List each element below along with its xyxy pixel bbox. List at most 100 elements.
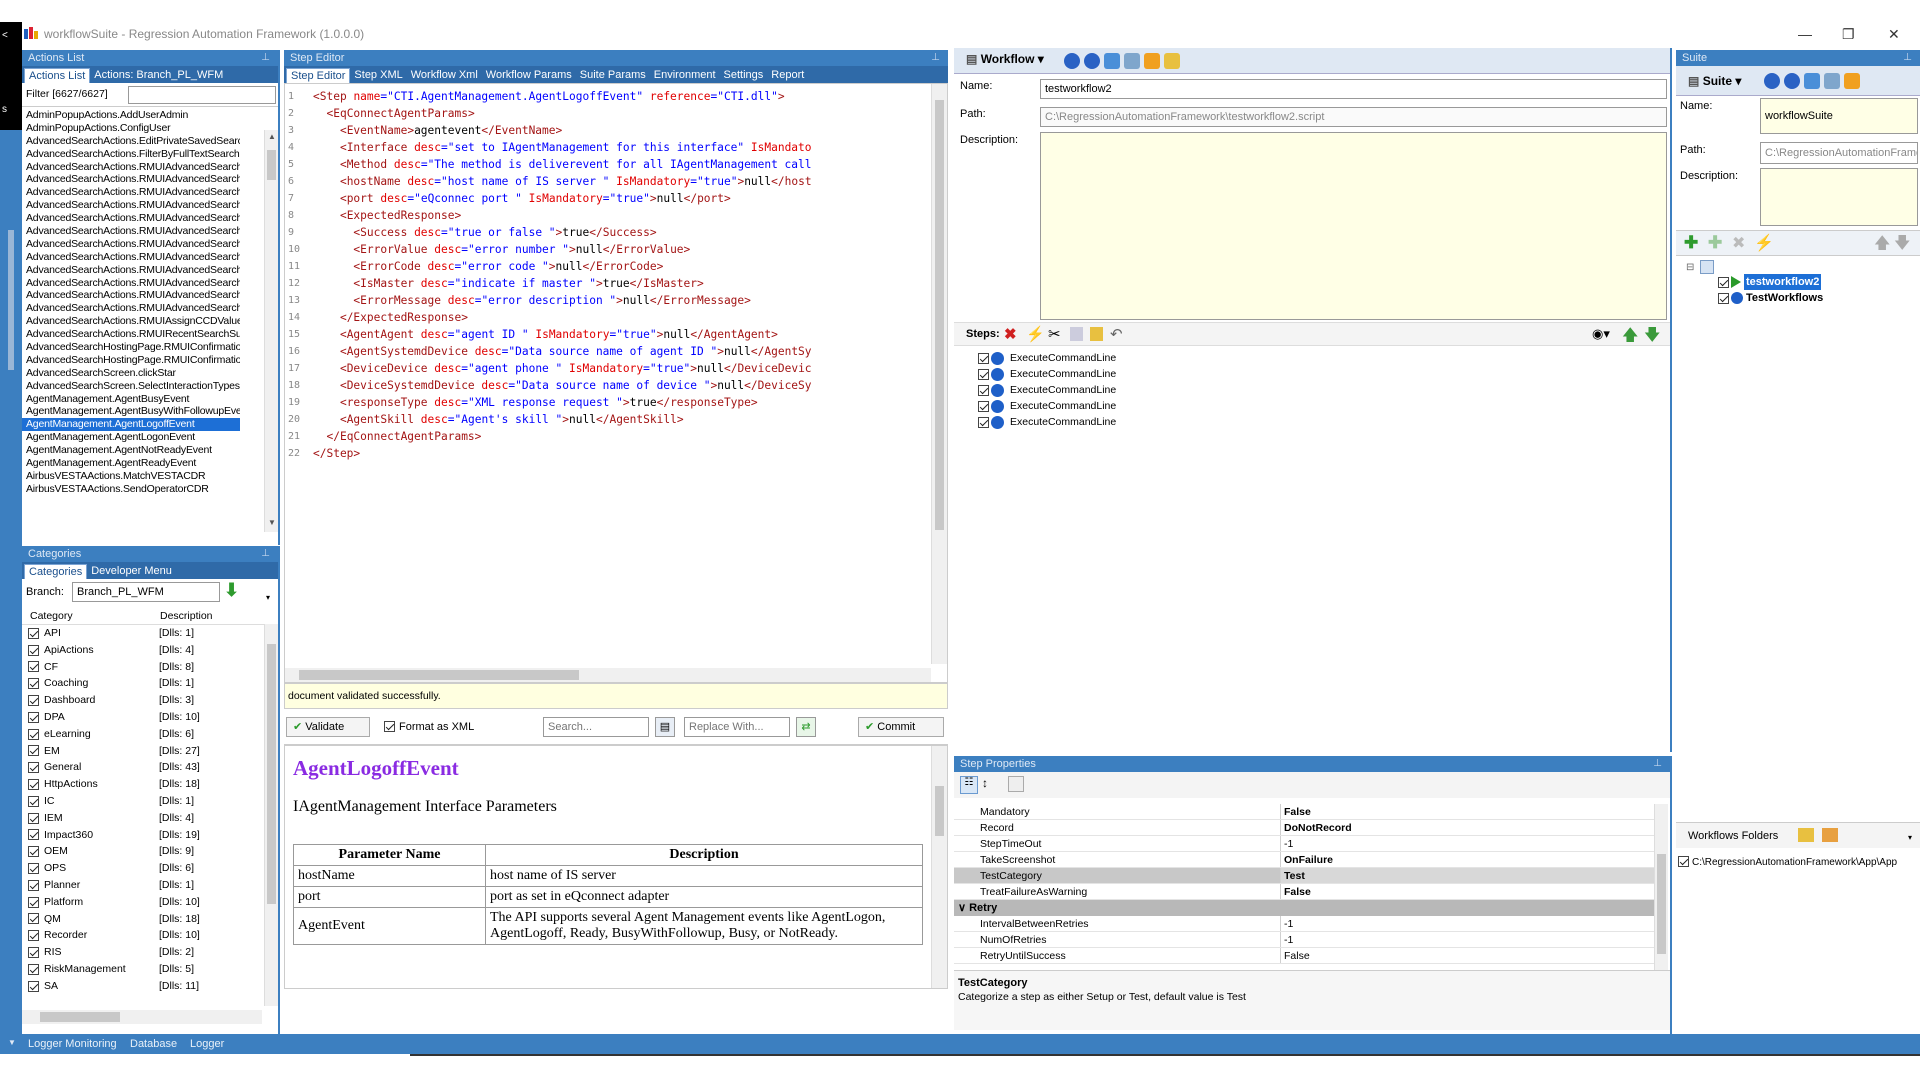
actions-scrollbar[interactable]: [264, 130, 278, 532]
action-item[interactable]: AdvancedSearchActions.RMUIAdvancedSearch…: [22, 302, 240, 315]
action-item[interactable]: AdvancedSearchActions.RMUIAdvancedSearch…: [22, 277, 240, 290]
step-checkbox[interactable]: [978, 400, 989, 412]
tab-environment[interactable]: Environment: [650, 68, 720, 83]
column-category[interactable]: Category: [22, 607, 158, 624]
remove-icon[interactable]: ✖: [1732, 233, 1745, 253]
code-line[interactable]: <EqConnectAgentParams>: [313, 105, 933, 122]
property-value[interactable]: OnFailure: [1280, 852, 1654, 867]
category-row[interactable]: ApiActions [Dlls: 4]: [22, 642, 262, 659]
find-icon[interactable]: ▤: [655, 717, 675, 737]
step-item[interactable]: ExecuteCommandLine: [954, 398, 1670, 414]
action-item[interactable]: AdvancedSearchActions.RMUIAdvancedSearch…: [22, 251, 240, 264]
property-row[interactable]: StepTimeOut -1: [954, 836, 1654, 852]
xml-editor[interactable]: 1 2 3 4 5 6 7 8 9 10 11 12 13 14 15 16 17 18 19 20 21 22 <Ste…: [284, 83, 948, 683]
add-folder-icon[interactable]: [1798, 828, 1814, 842]
action-item[interactable]: AdvancedSearchActions.FilterByFullTextSe…: [22, 148, 240, 161]
category-row[interactable]: Recorder [Dlls: 10]: [22, 927, 262, 944]
close-button[interactable]: ✕: [1888, 26, 1900, 43]
property-row[interactable]: IntervalBetweenRetries -1: [954, 916, 1654, 932]
property-value[interactable]: False: [1280, 948, 1654, 963]
step-checkbox[interactable]: [978, 384, 989, 396]
category-checkbox[interactable]: [28, 829, 39, 841]
tab-categories[interactable]: Categories: [24, 564, 88, 579]
replace-icon[interactable]: ⇄: [796, 717, 816, 737]
search-input[interactable]: [543, 717, 649, 737]
tab-workflow-xml[interactable]: Workflow Xml: [407, 68, 482, 83]
suite-description-input[interactable]: [1760, 168, 1918, 226]
format-xml-checkbox[interactable]: Format as XML: [384, 721, 474, 733]
category-checkbox[interactable]: [28, 913, 39, 925]
category-checkbox[interactable]: [28, 779, 39, 791]
property-value[interactable]: DoNotRecord: [1280, 820, 1654, 835]
code-line[interactable]: <AgentSystemdDevice desc="Data source na…: [313, 343, 933, 360]
workflow-menu[interactable]: ▤ Workflow ▾: [966, 52, 1044, 66]
category-checkbox[interactable]: [28, 728, 39, 740]
tree-root-icon[interactable]: ⊟: [1686, 262, 1694, 273]
action-item[interactable]: AdvancedSearchActions.RMUIAdvancedSearch…: [22, 199, 240, 212]
category-checkbox[interactable]: [28, 863, 39, 875]
properties-scrollbar[interactable]: [1654, 804, 1668, 970]
code-line[interactable]: <IsMaster desc="indicate if master ">tru…: [313, 275, 933, 292]
code-line[interactable]: <Step name="CTI.AgentManagement.AgentLog…: [313, 88, 933, 105]
action-item[interactable]: AdvancedSearchHostingPage.RMUIConfirmati…: [22, 341, 240, 354]
action-item[interactable]: AdminPopupActions.AddUserAdmin: [22, 109, 240, 122]
suite-menu[interactable]: ▤ Suite ▾: [1688, 74, 1741, 88]
action-item[interactable]: AgentManagement.AgentBusyWithFollowupEve…: [22, 405, 240, 418]
category-row[interactable]: RIS [Dlls: 2]: [22, 944, 262, 961]
property-value[interactable]: -1: [1280, 836, 1654, 851]
workflow-checkbox[interactable]: [1718, 276, 1729, 288]
editor-hscroll[interactable]: [285, 668, 931, 682]
category-checkbox[interactable]: [28, 661, 39, 673]
action-item[interactable]: AgentManagement.AgentReadyEvent: [22, 457, 240, 470]
dropdown-icon[interactable]: ▾: [266, 593, 270, 602]
collapse-icon[interactable]: ∨: [958, 902, 969, 914]
property-value[interactable]: False: [1280, 804, 1654, 819]
action-item[interactable]: AdvancedSearchActions.RMUIAdvancedSearch: [22, 161, 240, 174]
code-line[interactable]: </Step>: [313, 445, 933, 462]
category-checkbox[interactable]: [28, 644, 39, 656]
run-icon[interactable]: [1764, 73, 1780, 89]
category-checkbox[interactable]: [28, 879, 39, 891]
category-row[interactable]: IC [Dlls: 1]: [22, 793, 262, 810]
side-label[interactable]: s: [2, 104, 7, 115]
property-value[interactable]: Test: [1280, 868, 1654, 883]
step-item[interactable]: ExecuteCommandLine: [954, 382, 1670, 398]
run-icon[interactable]: [1064, 53, 1080, 69]
workflow-path-input[interactable]: [1040, 107, 1667, 127]
code-line[interactable]: <ErrorCode desc="error code ">null</Erro…: [313, 258, 933, 275]
property-row[interactable]: TreatFailureAsWarning False: [954, 884, 1654, 900]
report-icon[interactable]: [1124, 53, 1140, 69]
download-icon[interactable]: [1144, 53, 1160, 69]
delete-step-icon[interactable]: ✖: [1004, 325, 1017, 343]
download-icon[interactable]: [1844, 73, 1860, 89]
copy-icon[interactable]: [1070, 327, 1083, 341]
code-line[interactable]: <hostName desc="host name of IS server "…: [313, 173, 933, 190]
undo-icon[interactable]: ↶: [1110, 325, 1123, 343]
category-checkbox[interactable]: [28, 896, 39, 908]
category-row[interactable]: OEM [Dlls: 9]: [22, 843, 262, 860]
database-tab[interactable]: Database: [130, 1038, 177, 1050]
category-checkbox[interactable]: [28, 980, 39, 992]
category-row[interactable]: General [Dlls: 43]: [22, 759, 262, 776]
category-checkbox[interactable]: [28, 963, 39, 975]
disable-icon[interactable]: ⚡: [1754, 233, 1774, 253]
code-line[interactable]: <Interface desc="set to IAgentManagement…: [313, 139, 933, 156]
tab-workflow-params[interactable]: Workflow Params: [482, 68, 576, 83]
tab-report[interactable]: Report: [767, 68, 808, 83]
category-row[interactable]: Coaching [Dlls: 1]: [22, 675, 262, 692]
code-line[interactable]: </ExpectedResponse>: [313, 309, 933, 326]
category-row[interactable]: CF [Dlls: 8]: [22, 659, 262, 676]
add-icon[interactable]: ✚: [1684, 233, 1698, 253]
action-item[interactable]: AgentManagement.AgentBusyEvent: [22, 393, 240, 406]
code-line[interactable]: <ErrorValue desc="error number ">null</E…: [313, 241, 933, 258]
action-item[interactable]: AdvancedSearchActions.RMUIAdvancedSearch…: [22, 225, 240, 238]
dropdown-icon[interactable]: ▾: [1908, 833, 1912, 842]
category-checkbox[interactable]: [28, 627, 39, 639]
category-row[interactable]: IEM [Dlls: 4]: [22, 810, 262, 827]
tab-developer-menu[interactable]: Developer Menu: [87, 564, 176, 579]
suite-name-input[interactable]: [1760, 98, 1918, 134]
action-item[interactable]: AirbusVESTAActions.SendOperatorCDR: [22, 483, 240, 496]
add-existing-icon[interactable]: ✚: [1708, 233, 1722, 253]
action-item[interactable]: AgentManagement.AgentLogonEvent: [22, 431, 240, 444]
stop-icon[interactable]: [1084, 53, 1100, 69]
